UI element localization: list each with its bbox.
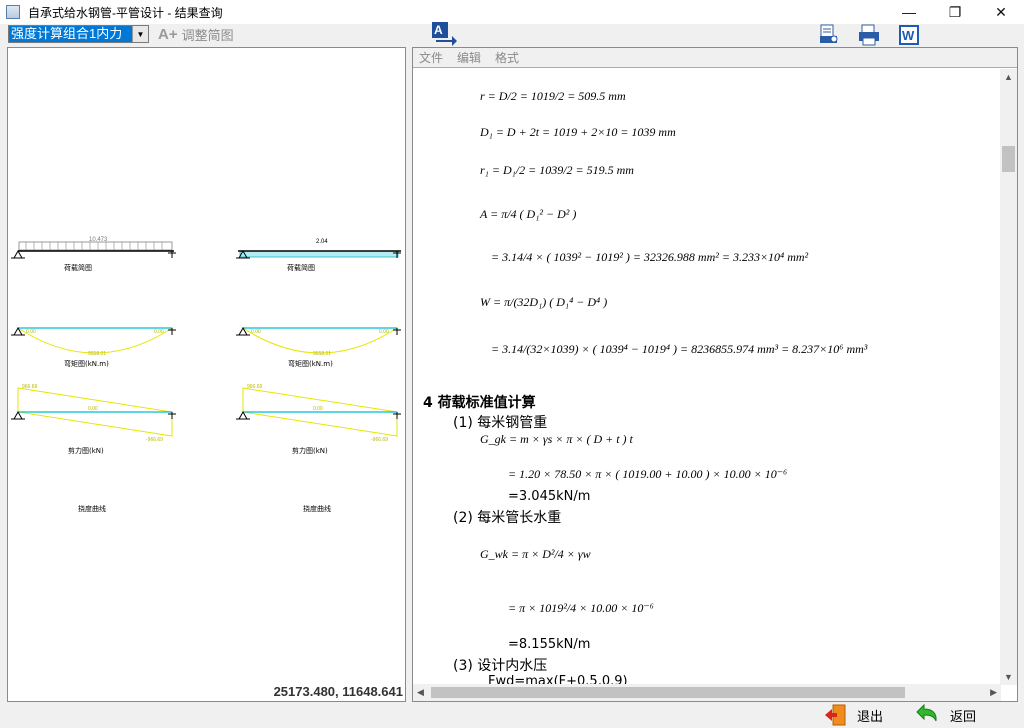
diagram-caption: 挠度曲线 bbox=[303, 504, 331, 513]
result-ggk: =3.045kN/m bbox=[508, 489, 591, 504]
shear-max: 966.69 bbox=[247, 384, 263, 390]
formula-area: A = π/4 ( D₁² − D² ) bbox=[480, 207, 577, 221]
shear-diagram-right: 966.69 0.00 -966.69 剪力图(kN) bbox=[236, 384, 401, 455]
formula-gwk-value: = π × 1019²/4 × 10.00 × 10⁻⁶ bbox=[508, 601, 654, 615]
menu-format[interactable]: 格式 bbox=[495, 49, 519, 66]
vertical-scroll-thumb[interactable] bbox=[1002, 146, 1015, 172]
vertical-scrollbar[interactable]: ▲ ▼ bbox=[1000, 69, 1017, 685]
load-diagram-right: 2.04 荷载简图 bbox=[236, 239, 401, 272]
app-icon bbox=[6, 5, 20, 19]
scroll-left-icon[interactable]: ◀ bbox=[417, 687, 424, 698]
diagram-caption: 剪力图(kN) bbox=[292, 446, 328, 455]
close-button[interactable]: ✕ bbox=[978, 0, 1024, 24]
moment-mid: 9558.01 bbox=[313, 351, 331, 357]
formula-area-value: = 3.14/4 × ( 1039² − 1019² ) = 32326.988… bbox=[491, 250, 809, 264]
diagram-pane[interactable]: 10.473 荷载简图 2.04 荷载简图 0.00 0.00 9558.01 … bbox=[7, 47, 406, 702]
exit-label: 退出 bbox=[857, 708, 884, 724]
subsection-2: (2) 每米管长水重 bbox=[453, 510, 562, 526]
moment-mid: 9558.01 bbox=[88, 351, 106, 357]
back-button[interactable]: 返回 bbox=[914, 703, 977, 726]
shear-mid: 0.00 bbox=[88, 406, 98, 412]
svg-text:A: A bbox=[434, 23, 443, 37]
subsection-1: (1) 每米钢管重 bbox=[453, 415, 548, 431]
section-heading-4: 4 荷载标准值计算 bbox=[423, 395, 536, 411]
shear-min: -966.69 bbox=[371, 437, 388, 443]
diagram-caption: 挠度曲线 bbox=[78, 504, 106, 513]
load-value-right: 2.04 bbox=[316, 239, 328, 245]
moment-end-left: 0.00 bbox=[26, 329, 36, 335]
chevron-down-icon[interactable]: ▼ bbox=[132, 26, 148, 42]
result-gwk: =8.155kN/m bbox=[508, 637, 591, 652]
calculation-document[interactable]: r = D/2 = 1019/2 = 509.5 mm D₁ = D + 2t … bbox=[413, 69, 1001, 685]
structure-diagrams: 10.473 荷载简图 2.04 荷载简图 0.00 0.00 9558.01 … bbox=[11, 237, 401, 513]
combo-selected-value: 强度计算组合1内力 bbox=[9, 26, 132, 42]
shear-mid: 0.00 bbox=[313, 406, 323, 412]
svg-text:W: W bbox=[902, 28, 915, 43]
exit-button[interactable]: 退出 bbox=[823, 704, 883, 726]
formula-ggk: G_gk = m × γs × π × ( D + t ) t bbox=[480, 432, 633, 446]
diagram-caption: 荷载简图 bbox=[287, 263, 315, 272]
formula-ggk-value: = 1.20 × 78.50 × π × ( 1019.00 + 10.00 )… bbox=[508, 467, 788, 481]
diagram-caption: 剪力图(kN) bbox=[68, 446, 104, 455]
scroll-down-icon[interactable]: ▼ bbox=[1004, 672, 1013, 682]
moment-end-left: 0.00 bbox=[251, 329, 261, 335]
scroll-up-icon[interactable]: ▲ bbox=[1004, 72, 1013, 82]
adjust-diagram-button[interactable]: A+ 调整简图 bbox=[158, 25, 234, 44]
formula-gwk: G_wk = π × D²/4 × γw bbox=[480, 547, 591, 561]
formula-d1: D₁ = D + 2t = 1019 + 2×10 = 1039 mm bbox=[480, 125, 676, 139]
symbol-font-icon[interactable]: A bbox=[430, 20, 458, 46]
exit-door-icon bbox=[825, 704, 846, 726]
moment-diagram-left: 0.00 0.00 9558.01 弯矩图(kN.m) bbox=[11, 326, 176, 368]
diagram-caption: 弯矩图(kN.m) bbox=[288, 359, 333, 368]
return-arrow-icon bbox=[916, 703, 937, 722]
horizontal-scroll-thumb[interactable] bbox=[431, 687, 905, 698]
window-title: 自承式给水钢管-平管设计 - 结果查询 bbox=[28, 5, 223, 20]
print-preview-icon[interactable] bbox=[818, 24, 840, 46]
shear-max: 966.69 bbox=[22, 384, 38, 390]
moment-diagram-right: 0.00 0.00 9558.01 弯矩图(kN.m) bbox=[236, 326, 401, 368]
title-bar: 自承式给水钢管-平管设计 - 结果查询 — ❐ ✕ bbox=[0, 0, 1024, 24]
diagram-caption: 弯矩图(kN.m) bbox=[64, 359, 109, 368]
horizontal-scrollbar[interactable]: ◀ ▶ bbox=[413, 684, 1001, 701]
menu-file[interactable]: 文件 bbox=[419, 49, 443, 66]
menu-edit[interactable]: 编辑 bbox=[457, 49, 481, 66]
document-pane: 文件 编辑 格式 r = D/2 = 1019/2 = 509.5 mm D₁ … bbox=[412, 47, 1018, 702]
adjust-diagram-label: 调整简图 bbox=[181, 28, 234, 43]
doc-menu-bar: 文件 编辑 格式 bbox=[413, 48, 1017, 68]
print-icon[interactable] bbox=[858, 24, 880, 46]
back-label: 返回 bbox=[950, 708, 977, 724]
diagram-caption: 荷载简图 bbox=[64, 263, 92, 272]
subsection-3: (3) 设计内水压 bbox=[453, 658, 548, 674]
minimize-button[interactable]: — bbox=[886, 0, 932, 24]
formula-w-value: = 3.14/(32×1039) × ( 1039⁴ − 1019⁴ ) = 8… bbox=[491, 342, 868, 356]
shear-diagram-left: 966.69 0.00 -966.69 剪力图(kN) bbox=[11, 384, 176, 455]
load-combination-select[interactable]: 强度计算组合1内力 ▼ bbox=[8, 25, 149, 43]
restore-button[interactable]: ❐ bbox=[932, 0, 978, 24]
moment-end-right: 0.00 bbox=[154, 329, 164, 335]
moment-end-right: 0.00 bbox=[379, 329, 389, 335]
formula-r: r = D/2 = 1019/2 = 509.5 mm bbox=[480, 89, 626, 103]
load-value-left: 10.473 bbox=[89, 237, 108, 243]
text-adjust-icon: A+ bbox=[158, 26, 178, 43]
formula-r1: r₁ = D₁/2 = 1039/2 = 519.5 mm bbox=[480, 163, 634, 177]
formula-w: W = π/(32D₁) ( D₁⁴ − D⁴ ) bbox=[480, 295, 608, 309]
word-export-icon[interactable]: W bbox=[898, 24, 920, 46]
scroll-right-icon[interactable]: ▶ bbox=[990, 687, 997, 698]
cursor-coordinates: 25173.480, 11648.641 bbox=[273, 684, 403, 699]
load-diagram-left: 10.473 荷载简图 bbox=[11, 237, 176, 272]
shear-min: -966.69 bbox=[146, 437, 163, 443]
bottom-bar: 退出 返回 bbox=[0, 702, 1024, 728]
